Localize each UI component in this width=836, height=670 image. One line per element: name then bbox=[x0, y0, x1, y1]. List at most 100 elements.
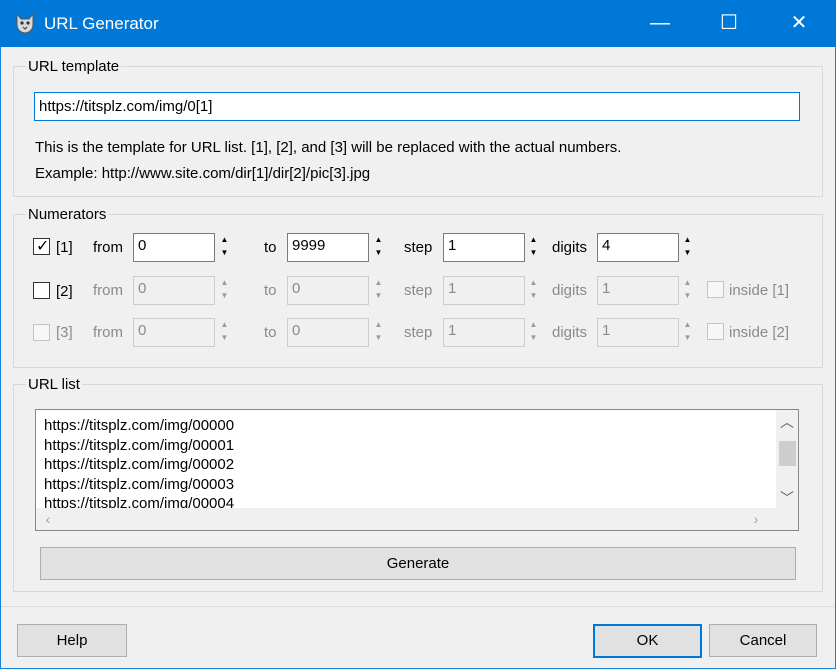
digits-label: digits bbox=[552, 239, 588, 256]
numerator-2-checkbox[interactable] bbox=[33, 282, 50, 299]
numerator-3-to-input[interactable]: 0 bbox=[287, 318, 369, 347]
numerator-1-to-input[interactable]: 9999 bbox=[287, 233, 369, 262]
chevron-down-icon[interactable]: ﹀ bbox=[776, 488, 798, 508]
spin-down-icon[interactable]: ▼ bbox=[681, 331, 694, 344]
list-item[interactable]: https://titsplz.com/img/00004 bbox=[44, 494, 764, 509]
url-listbox[interactable]: https://titsplz.com/img/00000 https://ti… bbox=[35, 409, 799, 531]
to-label: to bbox=[264, 324, 277, 341]
url-template-group-label: URL template bbox=[26, 58, 122, 75]
spin-up-icon[interactable]: ▲ bbox=[372, 276, 385, 289]
spin-up-icon[interactable]: ▲ bbox=[527, 318, 540, 331]
horizontal-scrollbar[interactable]: ‹ › bbox=[36, 508, 776, 530]
list-item[interactable]: https://titsplz.com/img/00003 bbox=[44, 475, 764, 495]
step-label: step bbox=[404, 324, 433, 341]
spin-up-icon[interactable]: ▲ bbox=[527, 233, 540, 246]
numerator-2-inside-label: inside [1] bbox=[729, 282, 790, 299]
digits-label: digits bbox=[552, 324, 588, 341]
scrollbar-corner bbox=[776, 508, 798, 530]
numerator-3-to-spinner[interactable]: ▲ ▼ bbox=[372, 318, 385, 346]
spin-down-icon[interactable]: ▼ bbox=[218, 246, 231, 259]
numerator-2-inside-checkbox[interactable] bbox=[707, 281, 724, 298]
numerator-1-step-input[interactable]: 1 bbox=[443, 233, 525, 262]
template-help-text: This is the template for URL list. [1], … bbox=[35, 139, 622, 156]
numerator-1-digits-spinner[interactable]: ▲ ▼ bbox=[681, 233, 694, 261]
numerator-1-step-spinner[interactable]: ▲ ▼ bbox=[527, 233, 540, 261]
spin-down-icon[interactable]: ▼ bbox=[218, 289, 231, 302]
spin-up-icon[interactable]: ▲ bbox=[681, 318, 694, 331]
url-template-input[interactable]: https://titsplz.com/img/0[1] bbox=[34, 92, 800, 121]
spin-down-icon[interactable]: ▼ bbox=[527, 289, 540, 302]
spin-down-icon[interactable]: ▼ bbox=[372, 289, 385, 302]
minimize-button[interactable]: — bbox=[637, 0, 683, 47]
spin-down-icon[interactable]: ▼ bbox=[372, 246, 385, 259]
spin-down-icon[interactable]: ▼ bbox=[681, 289, 694, 302]
step-label: step bbox=[404, 239, 433, 256]
chevron-right-icon[interactable]: › bbox=[746, 508, 766, 530]
spin-up-icon[interactable]: ▲ bbox=[218, 233, 231, 246]
numerator-1-digits-input[interactable]: 4 bbox=[597, 233, 679, 262]
spin-down-icon[interactable]: ▼ bbox=[527, 331, 540, 344]
vertical-scrollbar[interactable]: ︿ ﹀ bbox=[776, 410, 798, 508]
digits-label: digits bbox=[552, 282, 588, 299]
numerator-1-from-spinner[interactable]: ▲ ▼ bbox=[218, 233, 231, 261]
numerator-2-digits-input[interactable]: 1 bbox=[597, 276, 679, 305]
numerator-1-from-input[interactable]: 0 bbox=[133, 233, 215, 262]
spin-down-icon[interactable]: ▼ bbox=[527, 246, 540, 259]
help-button[interactable]: Help bbox=[17, 624, 127, 657]
from-label: from bbox=[93, 239, 123, 256]
numerator-1-label: [1] bbox=[56, 239, 73, 256]
numerator-3-step-input[interactable]: 1 bbox=[443, 318, 525, 347]
spin-up-icon[interactable]: ▲ bbox=[681, 276, 694, 289]
numerator-2-digits-spinner[interactable]: ▲ ▼ bbox=[681, 276, 694, 304]
spin-up-icon[interactable]: ▲ bbox=[681, 233, 694, 246]
numerator-2-to-spinner[interactable]: ▲ ▼ bbox=[372, 276, 385, 304]
list-item[interactable]: https://titsplz.com/img/00002 bbox=[44, 455, 764, 475]
numerator-2-step-input[interactable]: 1 bbox=[443, 276, 525, 305]
footer-divider bbox=[1, 606, 835, 607]
numerator-3-digits-spinner[interactable]: ▲ ▼ bbox=[681, 318, 694, 346]
close-button[interactable]: ✕ bbox=[776, 0, 822, 47]
spin-down-icon[interactable]: ▼ bbox=[218, 331, 231, 344]
numerator-3-step-spinner[interactable]: ▲ ▼ bbox=[527, 318, 540, 346]
chevron-left-icon[interactable]: ‹ bbox=[38, 508, 58, 530]
scroll-thumb[interactable] bbox=[779, 441, 796, 466]
chevron-up-icon[interactable]: ︿ bbox=[776, 412, 798, 432]
numerator-2-label: [2] bbox=[56, 283, 73, 300]
numerator-3-digits-input[interactable]: 1 bbox=[597, 318, 679, 347]
numerator-3-checkbox[interactable] bbox=[33, 324, 50, 341]
from-label: from bbox=[93, 324, 123, 341]
numerator-3-label: [3] bbox=[56, 324, 73, 341]
spin-down-icon[interactable]: ▼ bbox=[681, 246, 694, 259]
numerator-1-checkbox[interactable]: ✓ bbox=[33, 238, 50, 255]
to-label: to bbox=[264, 282, 277, 299]
app-icon bbox=[16, 12, 34, 34]
generate-button[interactable]: Generate bbox=[40, 547, 796, 580]
spin-down-icon[interactable]: ▼ bbox=[372, 331, 385, 344]
from-label: from bbox=[93, 282, 123, 299]
window-title: URL Generator bbox=[44, 14, 159, 33]
spin-up-icon[interactable]: ▲ bbox=[372, 318, 385, 331]
maximize-button[interactable]: ☐ bbox=[706, 0, 752, 47]
numerator-1-to-spinner[interactable]: ▲ ▼ bbox=[372, 233, 385, 261]
list-item[interactable]: https://titsplz.com/img/00000 bbox=[44, 416, 764, 436]
cancel-button[interactable]: Cancel bbox=[709, 624, 817, 657]
to-label: to bbox=[264, 239, 277, 256]
checkmark-icon: ✓ bbox=[36, 238, 50, 255]
list-item[interactable]: https://titsplz.com/img/00001 bbox=[44, 436, 764, 456]
spin-up-icon[interactable]: ▲ bbox=[527, 276, 540, 289]
numerator-3-from-input[interactable]: 0 bbox=[133, 318, 215, 347]
numerator-2-step-spinner[interactable]: ▲ ▼ bbox=[527, 276, 540, 304]
spin-up-icon[interactable]: ▲ bbox=[218, 276, 231, 289]
numerator-2-from-spinner[interactable]: ▲ ▼ bbox=[218, 276, 231, 304]
numerator-2-from-input[interactable]: 0 bbox=[133, 276, 215, 305]
numerator-3-inside-checkbox[interactable] bbox=[707, 323, 724, 340]
numerator-3-from-spinner[interactable]: ▲ ▼ bbox=[218, 318, 231, 346]
title-bar[interactable]: URL Generator — ☐ ✕ bbox=[0, 0, 836, 47]
step-label: step bbox=[404, 282, 433, 299]
numerator-3-inside-label: inside [2] bbox=[729, 324, 790, 341]
spin-up-icon[interactable]: ▲ bbox=[218, 318, 231, 331]
url-list-group-label: URL list bbox=[26, 376, 82, 393]
numerator-2-to-input[interactable]: 0 bbox=[287, 276, 369, 305]
ok-button[interactable]: OK bbox=[593, 624, 702, 658]
spin-up-icon[interactable]: ▲ bbox=[372, 233, 385, 246]
